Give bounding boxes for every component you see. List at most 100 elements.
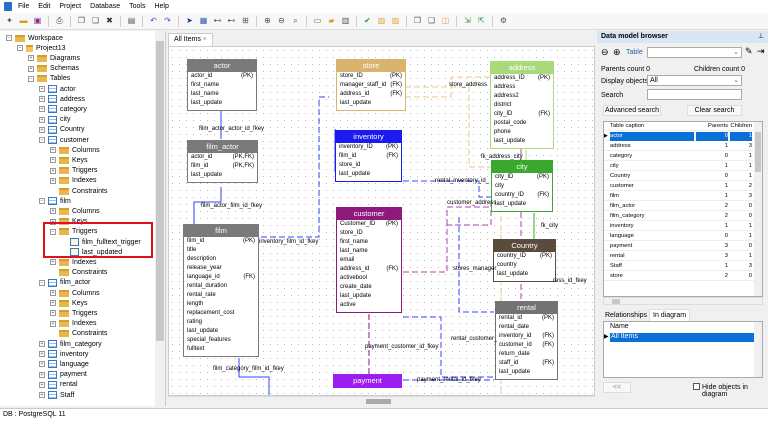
- save-icon[interactable]: ▣: [32, 16, 43, 27]
- tree-item[interactable]: −film: [39, 196, 71, 206]
- entity-column[interactable]: rating: [184, 318, 258, 327]
- expand-icon[interactable]: +: [50, 300, 56, 306]
- relation-label[interactable]: rental_inventory_id_: [435, 178, 489, 184]
- entity-customer[interactable]: customerCustomer_ID(PK)store_IDfirst_nam…: [336, 207, 402, 313]
- entity-column[interactable]: last_update: [184, 327, 258, 336]
- expand-icon[interactable]: +: [28, 55, 34, 61]
- diagram-hscrollbar[interactable]: [168, 396, 595, 406]
- grid-row[interactable]: payment30: [604, 242, 756, 251]
- entity-column[interactable]: country_ID(PK): [494, 252, 555, 261]
- display-select[interactable]: All⌄: [647, 75, 742, 86]
- expand-icon[interactable]: +: [50, 178, 56, 184]
- entity-country[interactable]: Countrycountry_ID(PK)countrylast_update: [493, 239, 556, 282]
- collapse-icon[interactable]: −: [6, 35, 12, 41]
- export-icon[interactable]: ⇱: [476, 16, 487, 27]
- tree-item[interactable]: +Columns: [50, 145, 100, 155]
- relation-label[interactable]: ress_id_fkey: [553, 278, 587, 284]
- view-icon[interactable]: ▭: [312, 16, 323, 27]
- pointer-icon[interactable]: ➤: [184, 16, 195, 27]
- entity-column[interactable]: postal_code: [491, 119, 553, 128]
- tree-item[interactable]: +payment: [39, 370, 87, 380]
- entity-column[interactable]: district: [491, 101, 553, 110]
- entity-column[interactable]: city: [492, 182, 552, 191]
- grid-row[interactable]: language01: [604, 232, 756, 241]
- entity-film[interactable]: filmfilm_id(PK)titledescriptionrelease_y…: [183, 224, 259, 357]
- tree-item[interactable]: +Keys: [50, 155, 88, 165]
- tree-item[interactable]: +language: [39, 359, 89, 369]
- collapse-button[interactable]: <<: [603, 382, 631, 393]
- grid-row[interactable]: category01: [604, 152, 756, 161]
- tree-item[interactable]: +rental: [39, 380, 78, 390]
- entity-column[interactable]: title: [184, 246, 258, 255]
- forward-icon[interactable]: ⊕: [613, 47, 621, 58]
- entity-column[interactable]: last_update: [188, 99, 256, 108]
- entity-column[interactable]: actor_id(PK): [188, 72, 256, 81]
- zoom-in-icon[interactable]: ⊕: [262, 16, 273, 27]
- entity-column[interactable]: film_id(FK): [336, 152, 401, 161]
- entity-column[interactable]: last_update: [491, 137, 553, 146]
- image-icon[interactable]: ▥: [340, 16, 351, 27]
- tree-item[interactable]: +Columns: [50, 288, 100, 298]
- entity-column[interactable]: country: [494, 261, 555, 270]
- expand-icon[interactable]: +: [50, 259, 56, 265]
- relation-label[interactable]: film_actor_actor_id_fkey: [199, 126, 264, 132]
- entity-column[interactable]: replacement_cost: [184, 309, 258, 318]
- relation-label[interactable]: rental_customer_: [451, 336, 497, 342]
- entity-column[interactable]: address_ID(PK): [491, 74, 553, 83]
- entity-column[interactable]: store_id: [336, 161, 401, 170]
- expand-icon[interactable]: +: [39, 341, 45, 347]
- relation-label[interactable]: fk_city: [541, 223, 558, 229]
- entity-inventory[interactable]: inventoryinventory_ID(PK)film_id(FK)stor…: [335, 130, 402, 182]
- entity-actor[interactable]: actoractor_id(PK)first_namelast_namelast…: [187, 59, 257, 111]
- entity-address[interactable]: addressaddress_ID(PK)addressaddress2dist…: [490, 61, 554, 149]
- delete-icon[interactable]: ✖: [104, 16, 115, 27]
- grid-row[interactable]: store20: [604, 272, 756, 281]
- col-caption[interactable]: Table caption: [610, 122, 644, 131]
- tab-in-diagram[interactable]: In diagram: [649, 309, 690, 321]
- tree-item[interactable]: +category: [39, 104, 87, 114]
- grid-row[interactable]: Country01: [604, 172, 756, 181]
- hide-objects-checkbox[interactable]: [693, 383, 700, 390]
- entity-column[interactable]: country_ID(FK): [492, 191, 552, 200]
- entity-column[interactable]: film_id(PK): [184, 237, 258, 246]
- relation-label[interactable]: inventory_film_id_fkey: [259, 239, 318, 245]
- list-scrollbar[interactable]: [754, 322, 762, 377]
- entity-column[interactable]: rental_rate: [184, 291, 258, 300]
- grid-row[interactable]: city11: [604, 162, 756, 171]
- relation-label[interactable]: customer_address: [447, 200, 496, 206]
- menu-help[interactable]: Help: [154, 3, 168, 10]
- relation-label[interactable]: film_actor_film_id_fkey: [201, 203, 262, 209]
- tree-item[interactable]: +Keys: [50, 298, 88, 308]
- col-children[interactable]: Children: [730, 122, 752, 131]
- diagram-canvas[interactable]: actoractor_id(PK)first_namelast_namelast…: [168, 46, 595, 396]
- entity-column[interactable]: last_update: [337, 99, 405, 108]
- entity-column[interactable]: Customer_ID(PK): [337, 220, 401, 229]
- expand-icon[interactable]: +: [50, 147, 56, 153]
- table-icon[interactable]: ▦: [198, 16, 209, 27]
- tree-item[interactable]: +address: [39, 94, 85, 104]
- entity-column[interactable]: release_year: [184, 264, 258, 273]
- grid-row[interactable]: inventory11: [604, 222, 756, 231]
- grid-vscroll[interactable]: [754, 122, 762, 297]
- grid-row[interactable]: ▶actor01: [604, 132, 756, 141]
- relation2-icon[interactable]: ⊷: [226, 16, 237, 27]
- entity-column[interactable]: staff_id(FK): [496, 359, 557, 368]
- entity-column[interactable]: last_name: [188, 90, 256, 99]
- diagram-icon[interactable]: ▤: [126, 16, 137, 27]
- entity-column[interactable]: manager_staff_id(FK): [337, 81, 405, 90]
- entity-column[interactable]: actor_id(PK,FK): [188, 153, 257, 162]
- relation-label[interactable]: film_category_film_id_fkey: [213, 366, 284, 372]
- tab-all-items[interactable]: All Items ×: [168, 33, 213, 46]
- tree-item[interactable]: +city: [39, 115, 71, 125]
- grid-row[interactable]: customer12: [604, 182, 756, 191]
- tree-item[interactable]: −Workspace: [6, 33, 63, 43]
- menu-edit[interactable]: Edit: [38, 3, 50, 10]
- grid-row[interactable]: film_category20: [604, 212, 756, 221]
- expand-icon[interactable]: +: [39, 86, 45, 92]
- expand-icon[interactable]: +: [50, 290, 56, 296]
- grid-row[interactable]: Staff13: [604, 262, 756, 271]
- tab-relationships[interactable]: Relationships: [605, 312, 647, 319]
- entity-column[interactable]: description: [184, 255, 258, 264]
- entity-column[interactable]: return_date: [496, 350, 557, 359]
- tree-item[interactable]: +Indexes: [50, 176, 97, 186]
